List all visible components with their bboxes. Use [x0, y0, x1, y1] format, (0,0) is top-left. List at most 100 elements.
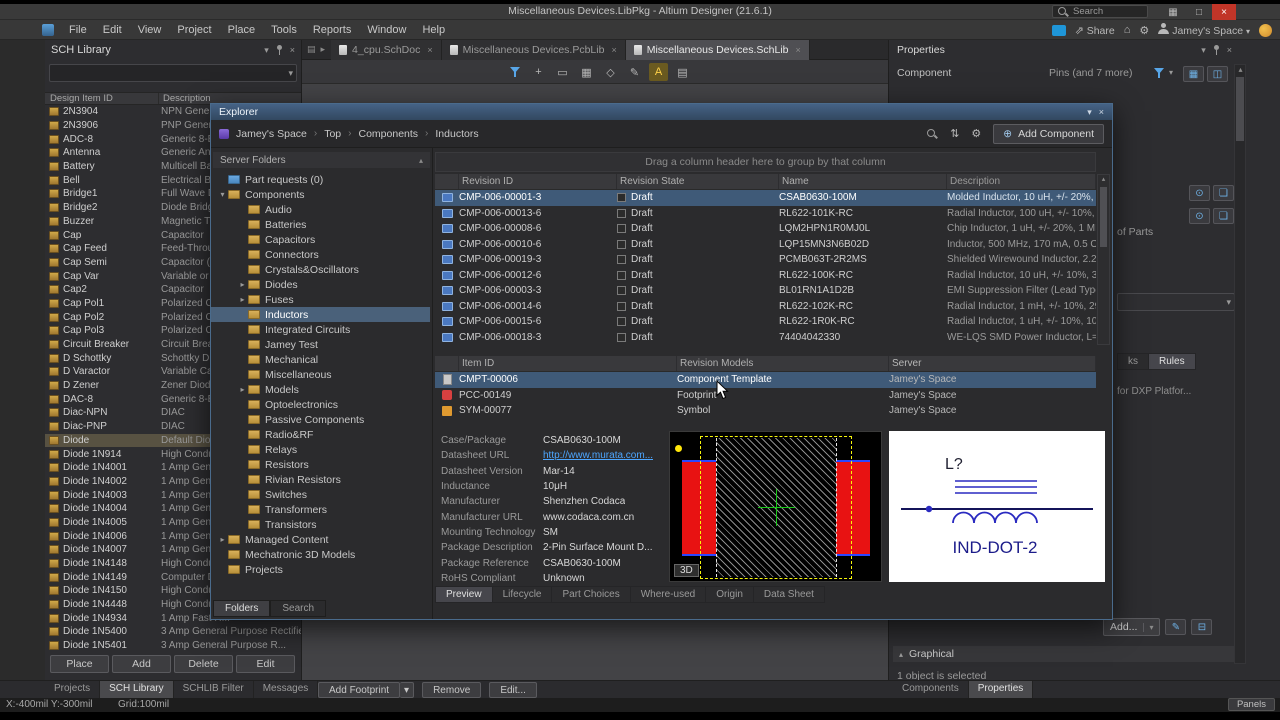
3d-toggle-badge[interactable]: 3D [674, 564, 699, 577]
menu-reports[interactable]: Reports [306, 22, 359, 38]
doc-tab-miscellaneous-devices-schlib[interactable]: Miscellaneous Devices.SchLib× [626, 40, 810, 60]
search-icon[interactable] [926, 128, 938, 140]
tree-item-batteries[interactable]: Batteries [211, 217, 430, 232]
doc-tab-4-cpu-schdoc[interactable]: 4_cpu.SchDoc× [331, 40, 442, 60]
close-icon[interactable]: × [1227, 45, 1232, 55]
tree-item-components[interactable]: ▾Components [211, 187, 430, 202]
panel-menu-icon[interactable]: ▾ [1087, 107, 1092, 118]
item-row-cmpt-00006[interactable]: CMPT-00006Component TemplateJamey's Spac… [435, 372, 1096, 388]
tree-expand-icon[interactable]: ▸ [237, 280, 248, 289]
edit-button[interactable]: Edit... [489, 682, 537, 698]
tree-item-relays[interactable]: Relays [211, 442, 430, 457]
tab-part-choices[interactable]: Part Choices [552, 586, 630, 603]
tree-expand-icon[interactable]: ▸ [237, 295, 248, 304]
menu-tools[interactable]: Tools [264, 22, 304, 38]
component-revision-row[interactable]: CMP-006-00019-3DraftPCMB063T-2R2MSShield… [435, 252, 1096, 268]
tree-item-connectors[interactable]: Connectors [211, 247, 430, 262]
close-tab-icon[interactable]: × [427, 45, 432, 55]
tab-preview[interactable]: Preview [435, 586, 493, 603]
component-revision-row[interactable]: CMP-006-00015-6DraftRL622-1R0K-RCRadial … [435, 314, 1096, 330]
column-header-revision-state[interactable]: Revision State [617, 174, 779, 189]
checkbox[interactable] [617, 333, 626, 342]
tab-lifecycle[interactable]: Lifecycle [493, 586, 553, 603]
tree-item-resistors[interactable]: Resistors [211, 457, 430, 472]
panel-tab-messages[interactable]: Messages [254, 681, 319, 699]
grid-view-icon[interactable]: ◫ [1207, 66, 1228, 82]
scrollbar-thumb[interactable] [1236, 77, 1244, 141]
select-rect-icon[interactable]: ▭ [553, 63, 572, 81]
checkbox[interactable] [617, 255, 626, 264]
edit-icon[interactable]: ✎ [1165, 619, 1186, 635]
polygon-icon[interactable]: ◇ [601, 63, 620, 81]
component-revision-row[interactable]: CMP-006-00014-6DraftRL622-102K-RCRadial … [435, 299, 1096, 315]
tree-item-jamey-test[interactable]: Jamey Test [211, 337, 430, 352]
avatar[interactable] [1259, 24, 1272, 37]
close-icon[interactable]: × [290, 45, 295, 55]
menu-window[interactable]: Window [360, 22, 413, 38]
components-scrollbar[interactable]: ▴ [1097, 174, 1110, 345]
tree-item-rivian-resistors[interactable]: Rivian Resistors [211, 472, 430, 487]
sort-icon[interactable]: ⇅ [950, 127, 959, 140]
collapse-icon[interactable]: ▴ [419, 156, 423, 165]
menu-help[interactable]: Help [415, 22, 452, 38]
library-row[interactable]: Diode 1N54013 Amp General Purpose R... [45, 639, 301, 653]
gear-icon[interactable]: ⚙ [1139, 24, 1149, 37]
tab-origin[interactable]: Origin [706, 586, 754, 603]
close-tab-icon[interactable]: × [796, 45, 801, 55]
sheet-icon[interactable]: ▤ [673, 63, 692, 81]
tree-item-audio[interactable]: Audio [211, 202, 430, 217]
column-header-revision-id[interactable]: Revision ID [459, 174, 617, 189]
breadcrumb-components[interactable]: Components [359, 128, 419, 140]
tab-search[interactable]: Search [270, 600, 326, 617]
properties-dropdown[interactable]: ▾ [1117, 293, 1235, 311]
home-icon[interactable]: ⌂ [1124, 24, 1131, 36]
panel-menu-icon[interactable]: ▾ [264, 45, 269, 56]
explorer-titlebar[interactable]: Explorer ▾ × [211, 104, 1112, 120]
add-button[interactable]: Add [112, 655, 171, 673]
column-header-server[interactable]: Server [889, 356, 1096, 371]
menu-place[interactable]: Place [221, 22, 263, 38]
chevron-down-icon[interactable]: ▾ [1169, 68, 1173, 77]
tree-expand-icon[interactable]: ▸ [237, 385, 248, 394]
tree-item-diodes[interactable]: ▸Diodes [211, 277, 430, 292]
user-menu[interactable]: Jamey's Space ▾ [1158, 23, 1250, 37]
breadcrumb-top[interactable]: Top [324, 128, 341, 140]
add-footprint-caret[interactable]: ▾ [400, 682, 414, 698]
delete-icon[interactable]: ⊟ [1191, 619, 1212, 635]
tree-expand-icon[interactable]: ▸ [217, 535, 228, 544]
text-icon[interactable]: A [649, 63, 668, 81]
pin-icon[interactable] [276, 45, 283, 56]
eye-icon[interactable]: ⊙ [1189, 208, 1210, 224]
detail-value[interactable]: http://www.murata.com... [543, 450, 653, 461]
close-icon[interactable]: × [1212, 4, 1236, 20]
tree-item-fuses[interactable]: ▸Fuses [211, 292, 430, 307]
pin-icon[interactable] [1213, 45, 1220, 56]
component-revision-row[interactable]: CMP-006-00008-6DraftLQM2HPN1R0MJ0LChip I… [435, 221, 1096, 237]
checkbox[interactable] [617, 224, 626, 233]
tree-item-mechatronic-3d-models[interactable]: Mechatronic 3D Models [211, 547, 430, 562]
tree-item-optoelectronics[interactable]: Optoelectronics [211, 397, 430, 412]
draw-line-icon[interactable]: ✎ [625, 63, 644, 81]
column-header-revision-models[interactable]: Revision Models [677, 356, 889, 371]
menu-edit[interactable]: Edit [96, 22, 129, 38]
tree-item-inductors[interactable]: Inductors [211, 307, 430, 322]
panel-tab-schlib-filter[interactable]: SCHLIB Filter [174, 681, 254, 699]
item-row-sym-00077[interactable]: SYM-00077SymbolJamey's Space [435, 403, 1096, 419]
tab-folders[interactable]: Folders [213, 600, 270, 617]
tree-item-integrated-circuits[interactable]: Integrated Circuits [211, 322, 430, 337]
tree-item-switches[interactable]: Switches [211, 487, 430, 502]
component-revision-row[interactable]: CMP-006-00012-6DraftRL622-100K-RCRadial … [435, 268, 1096, 284]
component-revision-row[interactable]: CMP-006-00013-6DraftRL622-101K-RCRadial … [435, 206, 1096, 222]
component-revision-row[interactable]: CMP-006-00003-3DraftBL01RN1A1D2BEMI Supp… [435, 283, 1096, 299]
move-icon[interactable]: + [529, 63, 548, 81]
filter-icon[interactable] [505, 63, 524, 81]
tree-item-capacitors[interactable]: Capacitors [211, 232, 430, 247]
add-footprint-button[interactable]: Add Footprint [318, 682, 400, 698]
library-row[interactable]: Diode 1N54003 Amp General Purpose Rectif… [45, 625, 301, 639]
panel-tab-components[interactable]: Components [893, 681, 969, 699]
delete-button[interactable]: Delete [174, 655, 233, 673]
menu-file[interactable]: File [62, 22, 94, 38]
tree-item-radio-rf[interactable]: Radio&RF [211, 427, 430, 442]
add-model-button[interactable]: Add... ▾ [1103, 618, 1160, 636]
tab-where-used[interactable]: Where-used [631, 586, 706, 603]
